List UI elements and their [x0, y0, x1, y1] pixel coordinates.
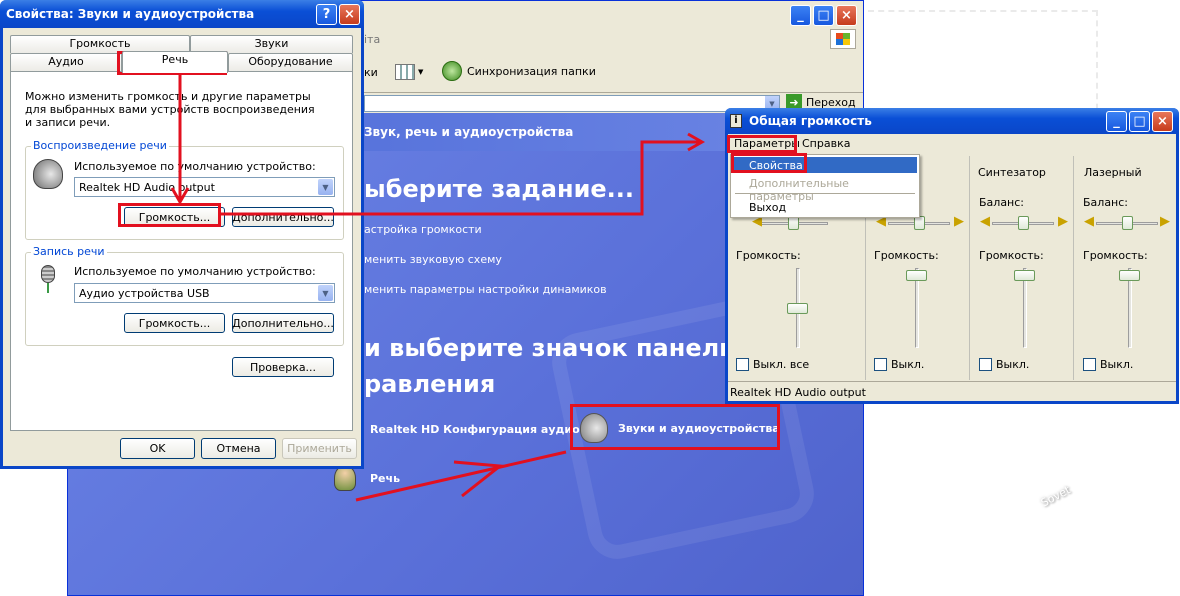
annotation-arrows: [170, 75, 706, 502]
arrow-to-sounds: [355, 450, 567, 502]
tab-speech[interactable]: Речь: [122, 51, 228, 73]
arrow-head: [453, 460, 504, 498]
arrow-button-to-mixer: [221, 140, 700, 216]
